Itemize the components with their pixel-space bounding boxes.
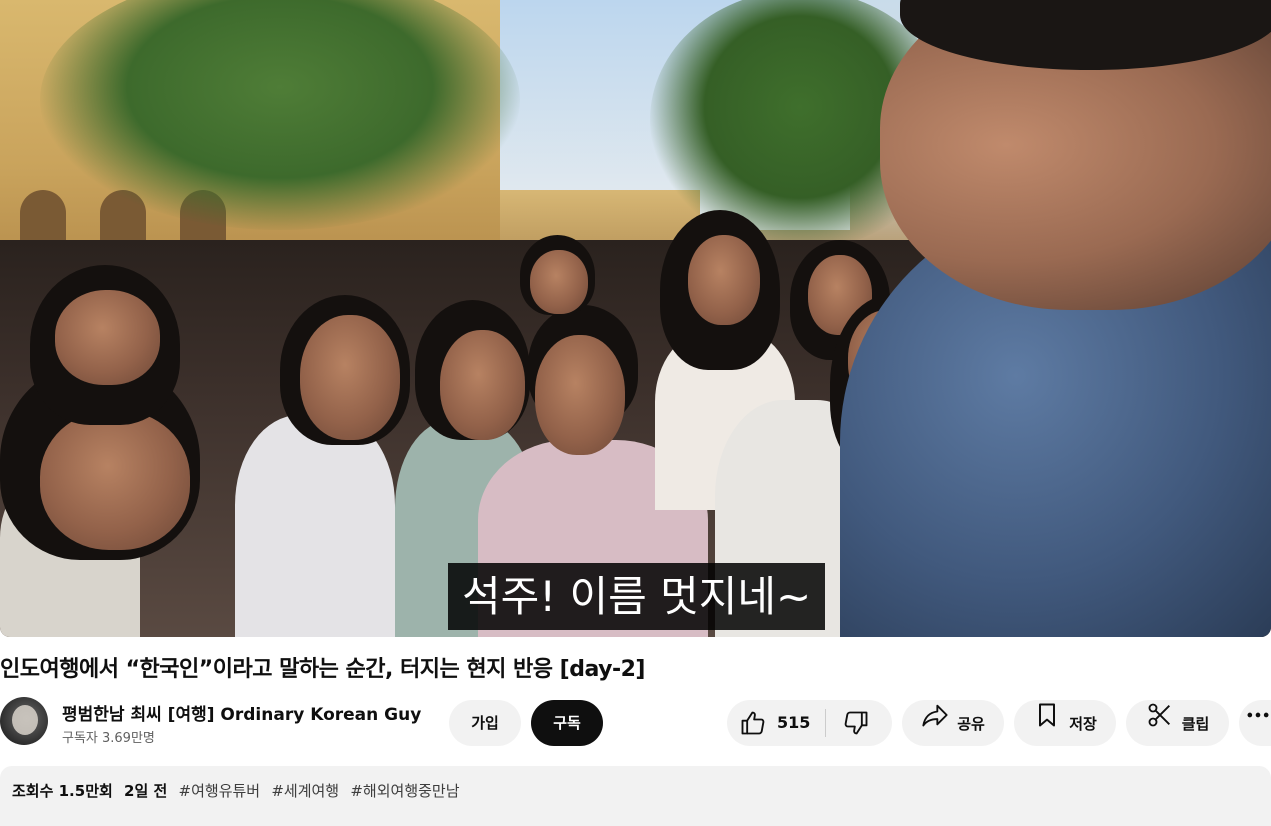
save-button[interactable]: 저장 — [1014, 700, 1116, 746]
save-label: 저장 — [1069, 714, 1097, 733]
channel-name[interactable]: 평범한남 최씨 [여행] Ordinary Korean Guy — [62, 700, 421, 725]
description-meta: 조회수 1.5만회 2일 전 #여행유튜버 #세계여행 #해외여행중만남 — [12, 780, 466, 801]
video-title: 인도여행에서 “한국인”이라고 말하는 순간, 터지는 현지 반응 [day-2… — [0, 657, 645, 682]
clip-label: 클립 — [1181, 714, 1210, 733]
subscriber-count: 구독자 3.69만명 — [62, 731, 155, 746]
video-person — [535, 335, 625, 455]
hashtag[interactable]: #해외여행중만남 — [350, 782, 459, 800]
video-person — [40, 410, 190, 550]
share-button[interactable]: 공유 — [902, 700, 1004, 746]
share-arrow-icon — [921, 701, 949, 747]
join-button[interactable]: 가입 — [449, 700, 521, 746]
share-label: 공유 — [957, 714, 985, 733]
bookmark-icon — [1033, 701, 1061, 747]
more-actions-button[interactable] — [1239, 700, 1271, 746]
more-dots-icon — [1247, 701, 1271, 747]
like-button[interactable]: 515 — [727, 700, 825, 746]
thumbs-up-icon — [739, 709, 767, 755]
video-person — [235, 415, 395, 637]
clip-button[interactable]: 클립 — [1126, 700, 1229, 746]
video-person — [530, 250, 588, 314]
hashtag[interactable]: #여행유튜버 — [179, 782, 261, 800]
hashtag[interactable]: #세계여행 — [271, 782, 339, 800]
dislike-button[interactable] — [826, 700, 892, 746]
description-box[interactable]: 조회수 1.5만회 2일 전 #여행유튜버 #세계여행 #해외여행중만남 — [0, 766, 1271, 826]
like-count: 515 — [777, 713, 811, 732]
video-subtitle: 석주! 이름 멋지네~ — [448, 563, 826, 630]
video-player[interactable]: 석주! 이름 멋지네~ — [0, 0, 1271, 637]
upload-date: 2일 전 — [124, 782, 168, 800]
view-count: 조회수 1.5만회 — [12, 782, 113, 800]
video-person — [300, 315, 400, 440]
video-person — [688, 235, 760, 325]
channel-avatar[interactable] — [0, 697, 48, 745]
subscribe-button[interactable]: 구독 — [531, 700, 603, 746]
thumbs-down-icon — [842, 709, 870, 755]
video-person — [440, 330, 525, 440]
like-dislike-group: 515 — [727, 700, 892, 746]
video-person — [55, 290, 160, 385]
scissors-icon — [1146, 701, 1174, 747]
